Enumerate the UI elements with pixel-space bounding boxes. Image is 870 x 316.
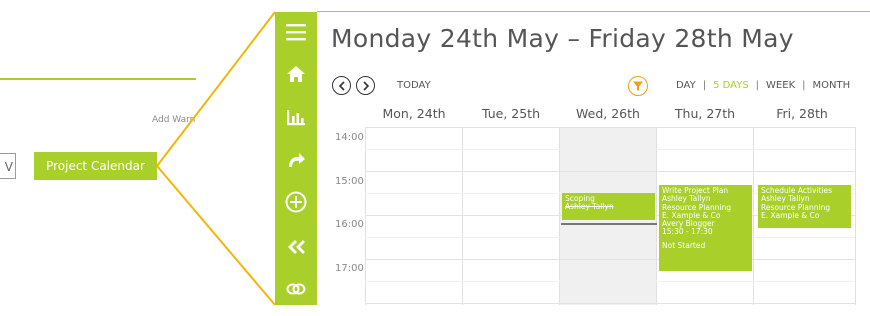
filter-icon[interactable] bbox=[628, 76, 648, 96]
event-scoping[interactable]: Scoping Ashley Tallyn bbox=[562, 193, 655, 220]
event-title: Write Project Plan bbox=[662, 187, 729, 195]
time-label: 14:00 bbox=[335, 132, 364, 143]
day-header-mon: Mon, 24th bbox=[382, 106, 446, 121]
event-title: Scoping bbox=[565, 195, 595, 203]
day-header-thu: Thu, 27th bbox=[674, 106, 736, 121]
project-calendar-button[interactable]: Project Calendar bbox=[34, 152, 157, 180]
background-divider bbox=[0, 78, 196, 80]
grid-line bbox=[365, 237, 855, 238]
event-client: E. Xample & Co bbox=[761, 211, 820, 220]
view-switcher: DAY | 5 DAYS | WEEK | MONTH bbox=[676, 80, 851, 91]
view-day[interactable]: DAY bbox=[676, 80, 696, 91]
grid-line bbox=[365, 149, 855, 150]
grid-line bbox=[365, 171, 855, 172]
time-label: 15:00 bbox=[335, 176, 364, 187]
prev-arrow-icon[interactable] bbox=[332, 76, 351, 95]
time-label: 17:00 bbox=[335, 263, 364, 274]
day-header-wed: Wed, 26th bbox=[576, 106, 640, 121]
grid-line bbox=[365, 281, 855, 282]
event-project: Resource Planning bbox=[662, 203, 732, 212]
home-icon[interactable] bbox=[275, 57, 317, 91]
redo-icon[interactable] bbox=[275, 143, 317, 177]
day-header-fri: Fri, 28th bbox=[776, 106, 828, 121]
chart-icon[interactable] bbox=[275, 100, 317, 134]
calendar-title: Monday 24th May – Friday 28th May bbox=[331, 24, 794, 53]
event-assignee: Ashley Tallyn bbox=[662, 195, 711, 204]
event-client: E. Xample & Co bbox=[662, 211, 721, 220]
time-label: 16:00 bbox=[335, 219, 364, 230]
view-week[interactable]: WEEK bbox=[766, 80, 795, 91]
event-assignee: Ashley Tallyn bbox=[761, 195, 810, 204]
view-5-days[interactable]: 5 DAYS bbox=[713, 80, 749, 91]
event-assignee: Ashley Tallyn bbox=[565, 203, 614, 212]
calendar-top-border bbox=[317, 11, 870, 12]
today-button[interactable]: TODAY bbox=[397, 80, 431, 91]
event-project: Resource Planning bbox=[761, 203, 831, 212]
collapse-icon[interactable] bbox=[275, 230, 317, 264]
event-owner: Avery Blogger bbox=[662, 220, 715, 229]
add-icon[interactable] bbox=[275, 185, 317, 219]
menu-icon[interactable] bbox=[275, 15, 317, 49]
event-title: Schedule Activities bbox=[761, 187, 833, 195]
day-column-tue[interactable] bbox=[462, 127, 559, 305]
link-icon[interactable] bbox=[275, 272, 317, 306]
event-status: Not Started bbox=[662, 241, 706, 250]
event-schedule-activities[interactable]: Schedule Activities Ashley Tallyn Resour… bbox=[758, 185, 851, 228]
grid-line bbox=[365, 259, 855, 260]
grid-line bbox=[365, 127, 855, 128]
view-month[interactable]: MONTH bbox=[813, 80, 851, 91]
next-arrow-icon[interactable] bbox=[356, 76, 375, 95]
side-toolbar bbox=[275, 12, 317, 305]
grid-right-border bbox=[855, 127, 856, 305]
grid-line bbox=[365, 303, 855, 304]
event-time: 15:30 - 17:30 bbox=[662, 228, 713, 237]
event-progress-bar bbox=[561, 223, 657, 225]
add-warn-link[interactable]: Add Warn bbox=[152, 115, 195, 125]
day-column-mon[interactable] bbox=[365, 127, 462, 305]
day-header-tue: Tue, 25th bbox=[481, 106, 541, 121]
background-input[interactable]: V bbox=[0, 153, 16, 179]
event-write-project-plan[interactable]: Write Project Plan Ashley Tallyn Resourc… bbox=[659, 185, 752, 271]
